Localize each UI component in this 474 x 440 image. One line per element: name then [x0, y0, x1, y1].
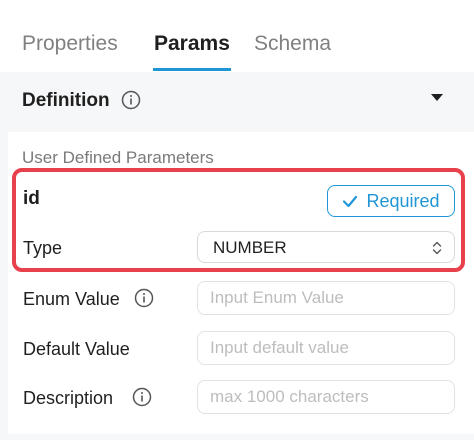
- description-input[interactable]: [197, 380, 455, 414]
- info-icon[interactable]: [134, 288, 154, 308]
- tab-properties[interactable]: Properties: [22, 31, 118, 57]
- type-select-value: NUMBER: [213, 238, 287, 257]
- active-tab-indicator: [153, 68, 231, 71]
- section-title: User Defined Parameters: [22, 148, 214, 167]
- sort-arrows-icon: [432, 241, 442, 255]
- type-label: Type: [23, 238, 63, 258]
- enum-value-label: Enum Value: [23, 289, 120, 309]
- default-value-input[interactable]: [197, 331, 455, 365]
- type-select[interactable]: NUMBER: [197, 231, 455, 263]
- tab-bar: Properties Params Schema: [0, 0, 474, 72]
- tab-params[interactable]: Params: [154, 31, 230, 57]
- default-value-label: Default Value: [23, 339, 130, 359]
- param-name: id: [23, 188, 40, 209]
- definition-title: Definition: [22, 90, 110, 111]
- panel-bottom-edge: [0, 434, 474, 440]
- tab-schema[interactable]: Schema: [254, 31, 331, 57]
- enum-value-input[interactable]: [197, 281, 455, 315]
- description-label: Description: [23, 388, 114, 408]
- definition-header[interactable]: Definition: [8, 72, 474, 128]
- required-toggle-button[interactable]: Required: [327, 185, 455, 217]
- info-icon[interactable]: [121, 90, 141, 110]
- info-icon[interactable]: [132, 387, 152, 407]
- required-label: Required: [366, 191, 440, 211]
- caret-down-icon[interactable]: [431, 94, 443, 101]
- check-icon: [343, 195, 358, 208]
